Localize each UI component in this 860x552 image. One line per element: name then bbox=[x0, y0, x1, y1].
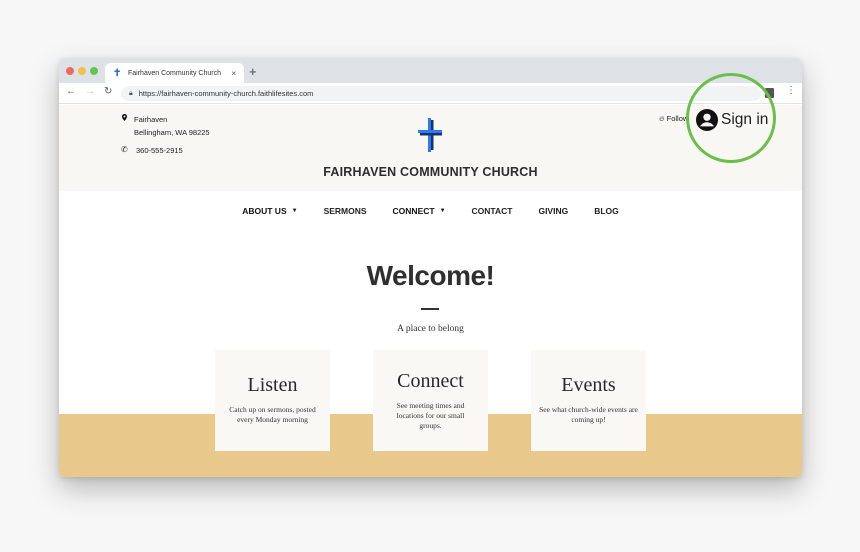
chevron-down-icon: ▼ bbox=[291, 208, 298, 214]
reload-button[interactable]: ↻ bbox=[104, 86, 112, 97]
phone-icon: ✆ bbox=[121, 145, 128, 154]
address-line-2: Bellingham, WA 98225 bbox=[134, 127, 210, 137]
card-title: Listen bbox=[247, 374, 298, 396]
maximize-window-button[interactable] bbox=[90, 67, 98, 75]
tagline: A place to belong bbox=[397, 324, 464, 334]
church-logo-icon[interactable] bbox=[416, 118, 444, 152]
address-line-1: Fairhaven bbox=[134, 115, 168, 124]
card-events[interactable]: Events See what church-wide events are c… bbox=[531, 350, 646, 451]
card-description: See what church-wide events are coming u… bbox=[539, 405, 638, 424]
chevron-down-icon: ▼ bbox=[439, 208, 446, 214]
browser-window: ✝ Fairhaven Community Church × + ← → ↻ 🔒… bbox=[59, 58, 802, 477]
phone-number[interactable]: 360-555-2915 bbox=[136, 146, 183, 155]
minimize-window-button[interactable] bbox=[78, 67, 86, 75]
follow-link[interactable]: 🔥︎ Follow bbox=[659, 114, 688, 124]
faithlife-icon: 🔥︎ bbox=[659, 114, 665, 123]
card-connect[interactable]: Connect See meeting times and locations … bbox=[373, 350, 488, 451]
address: Fairhaven Bellingham, WA 98225 bbox=[134, 114, 210, 139]
address-bar[interactable]: 🔒︎ https://fairhaven-community-church.fa… bbox=[121, 86, 761, 101]
tab-title: Fairhaven Community Church bbox=[128, 69, 221, 77]
sign-in-highlight-ring bbox=[686, 73, 776, 163]
welcome-heading: Welcome! bbox=[366, 260, 495, 291]
new-tab-button[interactable]: + bbox=[249, 64, 257, 79]
nav-item-sermons[interactable]: SERMONS bbox=[324, 206, 367, 216]
nav-item-blog[interactable]: BLOG bbox=[594, 206, 619, 216]
back-button[interactable]: ← bbox=[66, 86, 76, 97]
nav-item-connect[interactable]: CONNECT ▼ bbox=[393, 206, 446, 216]
card-description: Catch up on sermons, posted every Monday… bbox=[229, 405, 316, 424]
close-window-button[interactable] bbox=[66, 67, 74, 75]
tab-bar: ✝ Fairhaven Community Church × + bbox=[59, 58, 802, 83]
nav-item-contact[interactable]: CONTACT bbox=[472, 206, 513, 216]
url-text[interactable]: https://fairhaven-community-church.faith… bbox=[139, 89, 314, 98]
browser-tab[interactable]: ✝ Fairhaven Community Church × bbox=[105, 63, 244, 83]
menu-icon[interactable]: ⋮ bbox=[786, 85, 796, 96]
lock-icon: 🔒︎ bbox=[129, 89, 133, 97]
nav-item-giving[interactable]: GIVING bbox=[538, 206, 568, 216]
card-listen[interactable]: Listen Catch up on sermons, posted every… bbox=[215, 350, 330, 451]
card-title: Events bbox=[561, 374, 616, 396]
nav-label: CONNECT bbox=[392, 206, 435, 216]
cross-icon: ✝ bbox=[113, 67, 122, 79]
nav-label: ABOUT US bbox=[242, 206, 287, 216]
card-description: See meeting times and locations for our … bbox=[396, 401, 465, 430]
main-navigation: ABOUT US ▼ SERMONS CONNECT ▼ CONTACT GIVIN… bbox=[59, 201, 802, 221]
card-title: Connect bbox=[397, 370, 464, 392]
church-name[interactable]: FAIRHAVEN COMMUNITY CHURCH bbox=[59, 165, 802, 179]
heading-divider bbox=[421, 308, 439, 310]
forward-button[interactable]: → bbox=[85, 86, 95, 97]
map-pin-icon bbox=[122, 114, 127, 121]
close-tab-icon[interactable]: × bbox=[231, 69, 236, 78]
nav-item-about-us[interactable]: ABOUT US ▼ bbox=[242, 206, 297, 216]
